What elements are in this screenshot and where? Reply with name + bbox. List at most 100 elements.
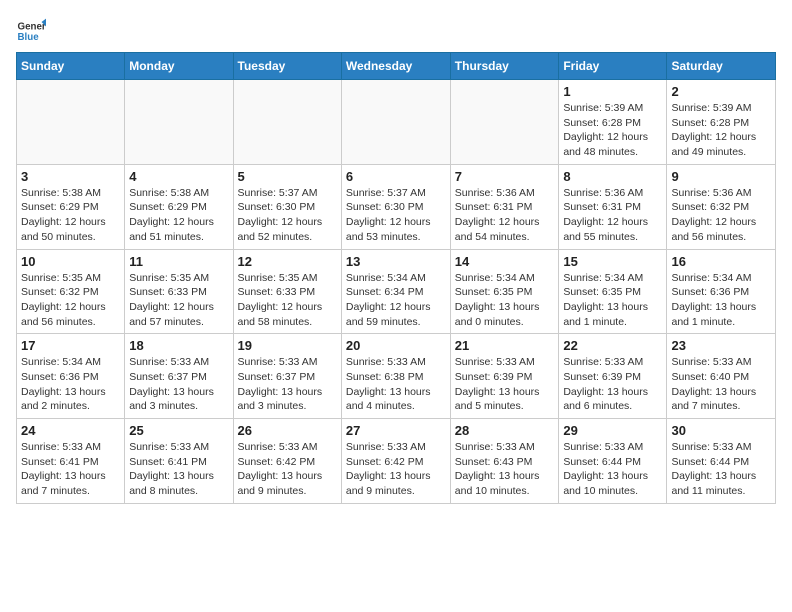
day-number: 12	[238, 254, 337, 269]
day-info: Sunrise: 5:33 AM Sunset: 6:39 PM Dayligh…	[563, 355, 662, 414]
day-number: 17	[21, 338, 120, 353]
svg-text:Blue: Blue	[18, 32, 40, 43]
day-info: Sunrise: 5:36 AM Sunset: 6:32 PM Dayligh…	[671, 186, 771, 245]
calendar-cell	[233, 80, 341, 165]
calendar-cell: 30 Sunrise: 5:33 AM Sunset: 6:44 PM Dayli…	[667, 419, 776, 504]
calendar-cell: 29Sunrise: 5:33 AM Sunset: 6:44 PM Dayli…	[559, 419, 667, 504]
day-number: 26	[238, 423, 337, 438]
calendar-cell: 14 Sunrise: 5:34 AM Sunset: 6:35 PM Dayli…	[450, 249, 559, 334]
svg-text:General: General	[18, 22, 47, 33]
day-number: 20	[346, 338, 446, 353]
calendar-cell: 25 Sunrise: 5:33 AM Sunset: 6:41 PM Dayli…	[125, 419, 233, 504]
calendar-week-3: 10Sunrise: 5:35 AM Sunset: 6:32 PM Dayli…	[17, 249, 776, 334]
day-info: Sunrise: 5:34 AM Sunset: 6:35 PM Dayligh…	[455, 271, 555, 330]
calendar-cell	[17, 80, 125, 165]
calendar-week-5: 24 Sunrise: 5:33 AM Sunset: 6:41 PM Dayli…	[17, 419, 776, 504]
day-info: Sunrise: 5:33 AM Sunset: 6:38 PM Dayligh…	[346, 355, 446, 414]
calendar-week-4: 17 Sunrise: 5:34 AM Sunset: 6:36 PM Dayli…	[17, 334, 776, 419]
calendar-cell: 8 Sunrise: 5:36 AM Sunset: 6:31 PM Daylig…	[559, 164, 667, 249]
calendar-cell: 7 Sunrise: 5:36 AM Sunset: 6:31 PM Daylig…	[450, 164, 559, 249]
day-number: 2	[671, 84, 771, 99]
weekday-header-friday: Friday	[559, 53, 667, 80]
calendar-cell: 4 Sunrise: 5:38 AM Sunset: 6:29 PM Daylig…	[125, 164, 233, 249]
calendar-cell: 10Sunrise: 5:35 AM Sunset: 6:32 PM Dayli…	[17, 249, 125, 334]
calendar-cell: 20 Sunrise: 5:33 AM Sunset: 6:38 PM Dayli…	[341, 334, 450, 419]
calendar-cell: 22 Sunrise: 5:33 AM Sunset: 6:39 PM Dayli…	[559, 334, 667, 419]
day-number: 15	[563, 254, 662, 269]
weekday-header-tuesday: Tuesday	[233, 53, 341, 80]
calendar-table: SundayMondayTuesdayWednesdayThursdayFrid…	[16, 52, 776, 504]
day-info: Sunrise: 5:34 AM Sunset: 6:36 PM Dayligh…	[21, 355, 120, 414]
logo-icon: General Blue	[16, 16, 46, 46]
day-number: 30	[671, 423, 771, 438]
day-number: 3	[21, 169, 120, 184]
calendar-cell	[125, 80, 233, 165]
weekday-header-row: SundayMondayTuesdayWednesdayThursdayFrid…	[17, 53, 776, 80]
day-info: Sunrise: 5:38 AM Sunset: 6:29 PM Dayligh…	[21, 186, 120, 245]
day-info: Sunrise: 5:33 AM Sunset: 6:37 PM Dayligh…	[238, 355, 337, 414]
calendar-cell	[341, 80, 450, 165]
day-info: Sunrise: 5:33 AM Sunset: 6:39 PM Dayligh…	[455, 355, 555, 414]
calendar-cell: 27 Sunrise: 5:33 AM Sunset: 6:42 PM Dayli…	[341, 419, 450, 504]
day-number: 27	[346, 423, 446, 438]
day-info: Sunrise: 5:35 AM Sunset: 6:33 PM Dayligh…	[238, 271, 337, 330]
day-info: Sunrise: 5:33 AM Sunset: 6:41 PM Dayligh…	[21, 440, 120, 499]
calendar-cell: 2 Sunrise: 5:39 AM Sunset: 6:28 PM Daylig…	[667, 80, 776, 165]
day-number: 25	[129, 423, 228, 438]
calendar-cell: 12 Sunrise: 5:35 AM Sunset: 6:33 PM Dayli…	[233, 249, 341, 334]
day-number: 14	[455, 254, 555, 269]
day-number: 18	[129, 338, 228, 353]
calendar-cell	[450, 80, 559, 165]
day-info: Sunrise: 5:39 AM Sunset: 6:28 PM Dayligh…	[563, 101, 662, 160]
calendar-cell: 15Sunrise: 5:34 AM Sunset: 6:35 PM Dayli…	[559, 249, 667, 334]
day-number: 6	[346, 169, 446, 184]
day-number: 21	[455, 338, 555, 353]
day-info: Sunrise: 5:36 AM Sunset: 6:31 PM Dayligh…	[455, 186, 555, 245]
weekday-header-wednesday: Wednesday	[341, 53, 450, 80]
calendar-cell: 24 Sunrise: 5:33 AM Sunset: 6:41 PM Dayli…	[17, 419, 125, 504]
calendar-cell: 13Sunrise: 5:34 AM Sunset: 6:34 PM Dayli…	[341, 249, 450, 334]
day-number: 11	[129, 254, 228, 269]
day-number: 22	[563, 338, 662, 353]
day-info: Sunrise: 5:37 AM Sunset: 6:30 PM Dayligh…	[238, 186, 337, 245]
header: General Blue	[16, 16, 776, 46]
day-number: 29	[563, 423, 662, 438]
day-info: Sunrise: 5:35 AM Sunset: 6:33 PM Dayligh…	[129, 271, 228, 330]
day-number: 9	[671, 169, 771, 184]
day-info: Sunrise: 5:34 AM Sunset: 6:36 PM Dayligh…	[671, 271, 771, 330]
calendar-cell: 5Sunrise: 5:37 AM Sunset: 6:30 PM Daylig…	[233, 164, 341, 249]
day-info: Sunrise: 5:33 AM Sunset: 6:44 PM Dayligh…	[671, 440, 771, 499]
calendar-cell: 11 Sunrise: 5:35 AM Sunset: 6:33 PM Dayli…	[125, 249, 233, 334]
day-number: 4	[129, 169, 228, 184]
day-number: 23	[671, 338, 771, 353]
day-number: 19	[238, 338, 337, 353]
calendar-cell: 28 Sunrise: 5:33 AM Sunset: 6:43 PM Dayli…	[450, 419, 559, 504]
day-info: Sunrise: 5:37 AM Sunset: 6:30 PM Dayligh…	[346, 186, 446, 245]
weekday-header-sunday: Sunday	[17, 53, 125, 80]
calendar-week-1: 1 Sunrise: 5:39 AM Sunset: 6:28 PM Daylig…	[17, 80, 776, 165]
day-number: 24	[21, 423, 120, 438]
day-number: 28	[455, 423, 555, 438]
day-info: Sunrise: 5:33 AM Sunset: 6:42 PM Dayligh…	[346, 440, 446, 499]
day-info: Sunrise: 5:38 AM Sunset: 6:29 PM Dayligh…	[129, 186, 228, 245]
calendar-cell: 16Sunrise: 5:34 AM Sunset: 6:36 PM Dayli…	[667, 249, 776, 334]
day-info: Sunrise: 5:33 AM Sunset: 6:37 PM Dayligh…	[129, 355, 228, 414]
weekday-header-saturday: Saturday	[667, 53, 776, 80]
calendar-cell: 3 Sunrise: 5:38 AM Sunset: 6:29 PM Daylig…	[17, 164, 125, 249]
day-number: 7	[455, 169, 555, 184]
calendar-cell: 19 Sunrise: 5:33 AM Sunset: 6:37 PM Dayli…	[233, 334, 341, 419]
day-number: 13	[346, 254, 446, 269]
day-info: Sunrise: 5:39 AM Sunset: 6:28 PM Dayligh…	[671, 101, 771, 160]
day-number: 1	[563, 84, 662, 99]
day-info: Sunrise: 5:33 AM Sunset: 6:41 PM Dayligh…	[129, 440, 228, 499]
calendar-cell: 9 Sunrise: 5:36 AM Sunset: 6:32 PM Daylig…	[667, 164, 776, 249]
calendar-week-2: 3 Sunrise: 5:38 AM Sunset: 6:29 PM Daylig…	[17, 164, 776, 249]
day-info: Sunrise: 5:35 AM Sunset: 6:32 PM Dayligh…	[21, 271, 120, 330]
calendar-cell: 18 Sunrise: 5:33 AM Sunset: 6:37 PM Dayli…	[125, 334, 233, 419]
weekday-header-thursday: Thursday	[450, 53, 559, 80]
calendar-cell: 6 Sunrise: 5:37 AM Sunset: 6:30 PM Daylig…	[341, 164, 450, 249]
day-info: Sunrise: 5:36 AM Sunset: 6:31 PM Dayligh…	[563, 186, 662, 245]
day-info: Sunrise: 5:33 AM Sunset: 6:43 PM Dayligh…	[455, 440, 555, 499]
day-number: 8	[563, 169, 662, 184]
day-info: Sunrise: 5:33 AM Sunset: 6:40 PM Dayligh…	[671, 355, 771, 414]
